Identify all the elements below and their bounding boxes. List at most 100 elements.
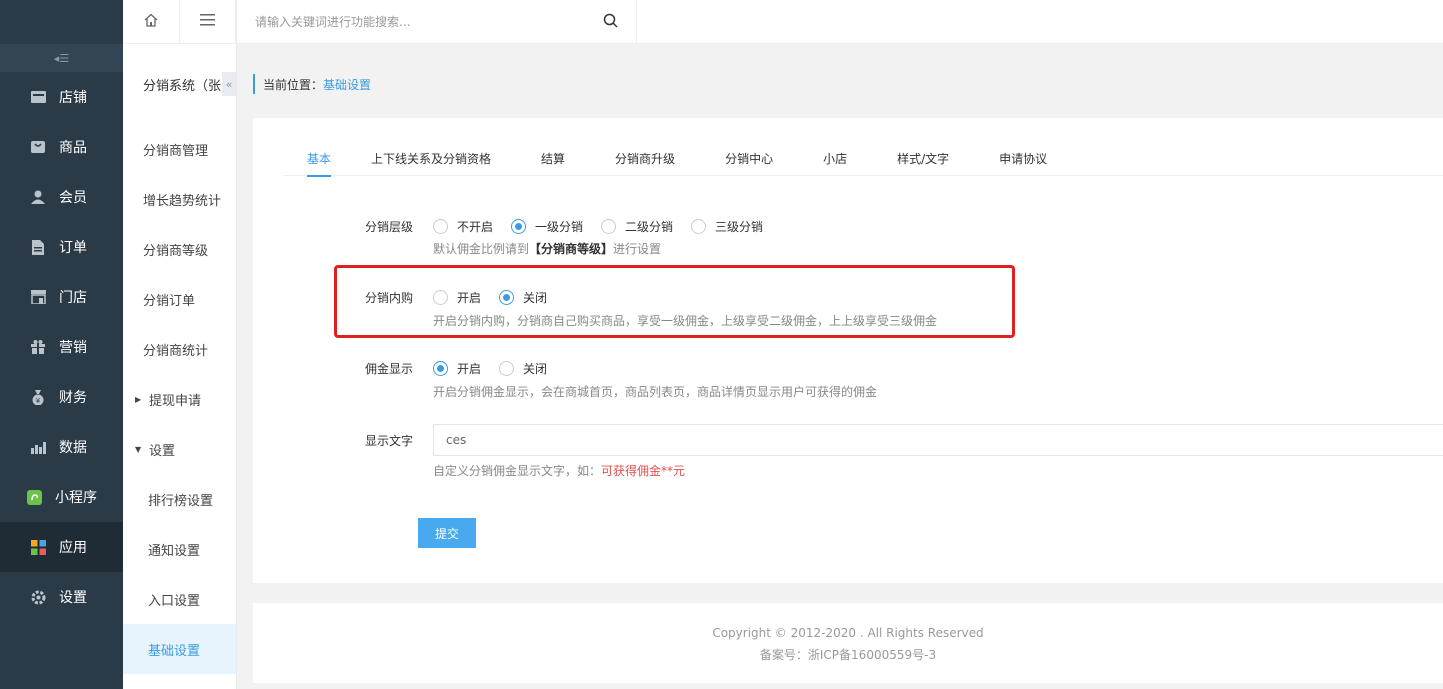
sub-item-ranking-settings[interactable]: 排行榜设置 [123,474,236,524]
sub-item-label: 分销商等级 [143,243,209,259]
menu-toggle-button[interactable] [180,0,236,44]
tab-style-text[interactable]: 样式/文字 [897,140,949,176]
tab-agreement[interactable]: 申请协议 [999,140,1047,176]
level-option-three[interactable]: 三级分销 [691,218,763,235]
search-input[interactable] [255,7,595,37]
nav-label: 订单 [59,240,87,256]
sub-item-label: 增长趋势统计 [143,193,222,209]
level-radio-group: 不开启 一级分销 二级分销 三级分销 [433,218,781,235]
nav-item-store[interactable]: 店铺 [0,72,123,122]
topbar [237,0,1443,44]
commission-display-option-on[interactable]: 开启 [433,360,481,377]
radio-label: 不开启 [457,220,494,234]
svg-text:¥: ¥ [36,397,41,405]
radio-circle [511,219,527,234]
tab-shop[interactable]: 小店 [823,140,847,176]
sub-item-notify-settings[interactable]: 通知设置 [123,524,236,574]
sub-item-distribution-orders[interactable]: 分销订单 [123,274,236,324]
nav-label: 小程序 [55,490,97,506]
caret-right-icon: ▶ [135,394,142,404]
level-option-two[interactable]: 二级分销 [601,218,673,235]
commission-display-hint: 开启分销佣金显示，会在商城首页，商品列表页，商品详情页显示用户可获得的佣金 [433,385,878,399]
radio-circle [691,219,707,234]
sub-item-basic-settings[interactable]: 基础设置 [123,624,236,674]
nav-item-member[interactable]: 会员 [0,172,123,222]
nav-label: 应用 [59,540,87,556]
nav-item-order[interactable]: 订单 [0,222,123,272]
tab-label: 分销商升级 [615,151,676,166]
sub-item-label: 排行榜设置 [148,493,214,509]
level-option-one[interactable]: 一级分销 [511,218,583,235]
nav-label: 会员 [59,190,87,206]
sub-item-distributor-stats[interactable]: 分销商统计 [123,324,236,374]
nav-item-miniprogram[interactable]: 小程序 [0,472,123,522]
tab-settlement[interactable]: 结算 [541,140,565,176]
nav-item-marketing[interactable]: 营销 [0,322,123,372]
sub-item-label: 入口设置 [148,593,201,609]
plugin-title: 分销系统（张 [143,78,222,94]
fold-double-left-icon[interactable]: « [222,72,236,96]
nav-item-finance[interactable]: ¥ 财务 [0,372,123,422]
nav-label: 门店 [59,290,87,306]
nav-label: 数据 [59,440,87,456]
level-hint-prefix: 默认佣金比例请到 [433,242,530,256]
radio-label: 开启 [457,362,482,376]
self-buy-radio-group: 开启 关闭 [433,289,565,306]
radio-circle [499,290,515,305]
breadcrumb-current[interactable]: 基础设置 [323,76,371,93]
main-sidebar: ◂☰ 店铺 商品 会员 订单 门店 营销 ¥ 财务 数据 小程序 应用 设置 [0,0,123,689]
store-icon [30,89,46,105]
sub-item-distributor-manage[interactable]: 分销商管理 [123,124,236,174]
tab-basic[interactable]: 基本 [307,140,332,177]
shop-icon [30,289,46,305]
tab-label: 分销中心 [725,151,774,166]
search-box [237,0,637,44]
self-buy-hint: 开启分销内购，分销商自己购买商品，享受一级佣金，上级享受二级佣金，上上级享受三级… [433,314,938,328]
nav-item-shop[interactable]: 门店 [0,272,123,322]
radio-label: 三级分销 [715,220,764,234]
sub-item-growth-stats[interactable]: 增长趋势统计 [123,174,236,224]
collapse-sidebar-icon[interactable]: ◂☰ [0,44,123,72]
self-buy-option-off[interactable]: 关闭 [499,289,547,306]
tab-label: 结算 [541,151,566,166]
sub-group-settings[interactable]: ▼ 设置 [123,424,236,474]
search-icon[interactable] [603,13,618,32]
radio-circle [499,361,515,376]
nav-label: 营销 [59,340,87,356]
radio-label: 一级分销 [535,220,584,234]
level-hint-suffix: 进行设置 [613,242,662,256]
breadcrumb-prefix: 当前位置： [263,77,324,92]
sub-item-distributor-level[interactable]: 分销商等级 [123,224,236,274]
tab-label: 上下线关系及分销资格 [371,151,492,166]
money-bag-icon: ¥ [30,389,46,405]
nav-item-settings[interactable]: 设置 [0,572,123,622]
tab-upgrade[interactable]: 分销商升级 [615,140,675,176]
nav-label: 设置 [59,590,87,606]
commission-display-radio-group: 开启 关闭 [433,360,565,377]
display-text-input[interactable] [433,424,1443,456]
nav-item-data[interactable]: 数据 [0,422,123,472]
sub-group-withdraw[interactable]: ▶ 提现申请 [123,374,236,424]
tab-label: 基本 [307,151,332,166]
home-button[interactable] [123,0,180,44]
sub-item-label: 分销商管理 [143,143,209,159]
tab-label: 申请协议 [999,151,1048,166]
sub-item-label: 基础设置 [148,643,201,659]
sub-item-entry-settings[interactable]: 入口设置 [123,574,236,624]
sub-sidebar: 分销系统（张 « 分销商管理 增长趋势统计 分销商等级 分销订单 分销商统计 ▶… [123,0,237,689]
submit-button[interactable]: 提交 [418,518,476,548]
sidebar-logo-area [0,0,123,44]
tab-center[interactable]: 分销中心 [725,140,773,176]
tab-relationship[interactable]: 上下线关系及分销资格 [371,140,491,176]
level-option-none[interactable]: 不开启 [433,218,493,235]
level-hint-link: 【分销商等级】 [529,242,614,256]
radio-label: 关闭 [523,291,548,305]
commission-display-option-off[interactable]: 关闭 [499,360,547,377]
gift-icon [30,339,46,355]
self-buy-option-on[interactable]: 开启 [433,289,481,306]
nav-item-apps[interactable]: 应用 [0,522,123,572]
nav-label: 店铺 [59,90,87,106]
chart-icon [30,439,46,455]
sub-item-label: 分销商统计 [143,343,209,359]
nav-item-goods[interactable]: 商品 [0,122,123,172]
